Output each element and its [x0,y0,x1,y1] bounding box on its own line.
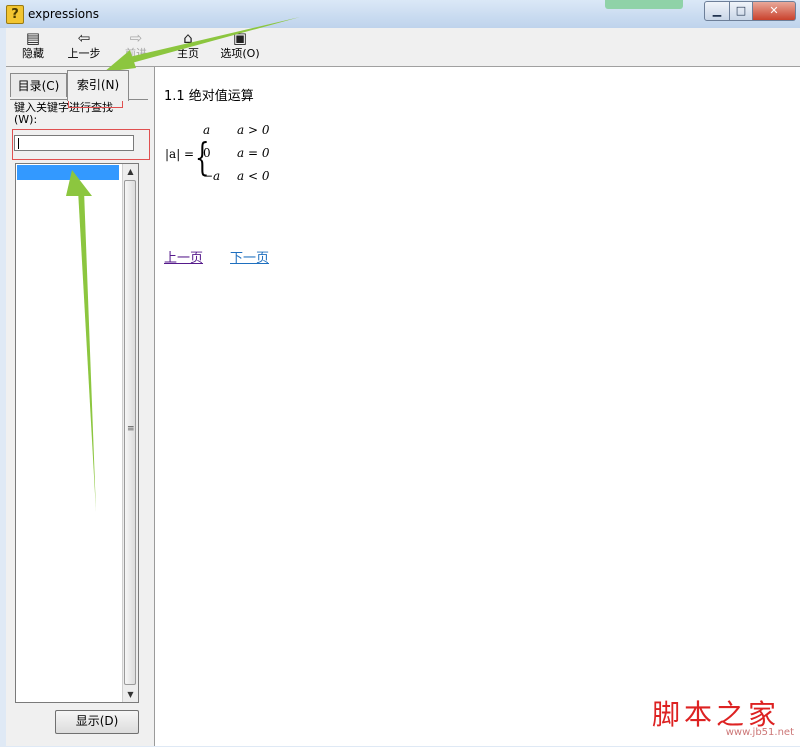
options-button[interactable]: ▣ 选项(O) [218,30,262,64]
forward-button[interactable]: ⇨ 前进 [118,30,154,64]
case-condition: a > 0 [237,123,270,137]
case-value: −a [203,169,221,183]
options-icon: ▣ [232,29,248,47]
scroll-down-icon[interactable]: ▼ [123,687,138,702]
background-taskbar-item [605,0,683,9]
site-watermark-url: www.jb51.net [725,727,794,738]
tab-index[interactable]: 索引(N) [67,70,129,101]
highlight-search-box [12,129,150,160]
back-label: 上一步 [67,47,101,60]
hide-button[interactable]: ▤ 隐藏 [16,30,50,64]
home-icon: ⌂ [183,29,193,47]
formula-case: 0 a = 0 [203,146,269,160]
options-label: 选项(O) [220,47,260,60]
back-button[interactable]: ⇦ 上一步 [64,30,104,64]
forward-arrow-icon: ⇨ [129,29,143,47]
scroll-thumb[interactable]: ≡ [124,180,136,685]
home-label: 主页 [177,47,199,60]
case-condition: a < 0 [237,169,270,183]
home-button[interactable]: ⌂ 主页 [170,30,206,64]
next-page-link[interactable]: 下一页 [230,247,269,266]
hide-pane-icon: ▤ [25,29,41,47]
hide-label: 隐藏 [22,47,44,60]
pane-splitter[interactable] [148,67,155,746]
formula-case: a a > 0 [203,123,269,137]
window-controls: ▁ □ ✕ [704,1,796,21]
navigation-pane: 目录(C) 索引(N) 键入关键字进行查找(W): ▲ ≡ ▼ 显示(D) [6,67,148,746]
list-item-selected[interactable] [17,165,119,180]
window-title: expressions [28,7,99,21]
close-button[interactable]: ✕ [753,1,796,21]
minimize-button[interactable]: ▁ [704,1,730,21]
forward-label: 前进 [125,47,147,60]
display-button[interactable]: 显示(D) [55,710,139,734]
formula-lhs: |a| = [165,147,195,161]
formula-case: −a a < 0 [203,169,269,183]
list-scrollbar[interactable]: ▲ ≡ ▼ [122,164,138,702]
prev-page-link[interactable]: 上一页 [164,247,203,266]
case-value: 0 [203,146,211,160]
topic-content: 1.1 绝对值运算 |a| = { aa > 0 0a = 0 −a a < 0 … [155,67,800,746]
case-value: a [203,123,211,137]
scroll-up-icon[interactable]: ▲ [123,164,138,179]
case-condition: a = 0 [237,146,270,160]
maximize-button[interactable]: □ [730,1,753,21]
tab-contents[interactable]: 目录(C) [10,73,67,97]
title-bar: ? expressions ▁ □ ✕ [0,0,800,28]
grip-icon: ≡ [127,424,135,434]
help-app-icon: ? [6,5,24,24]
toolbar: ▤ 隐藏 ⇦ 上一步 ⇨ 前进 ⌂ 主页 ▣ 选项(O) [6,28,800,67]
topic-heading: 1.1 绝对值运算 [164,89,254,104]
back-arrow-icon: ⇦ [77,29,91,47]
index-list[interactable]: ▲ ≡ ▼ [15,163,139,703]
